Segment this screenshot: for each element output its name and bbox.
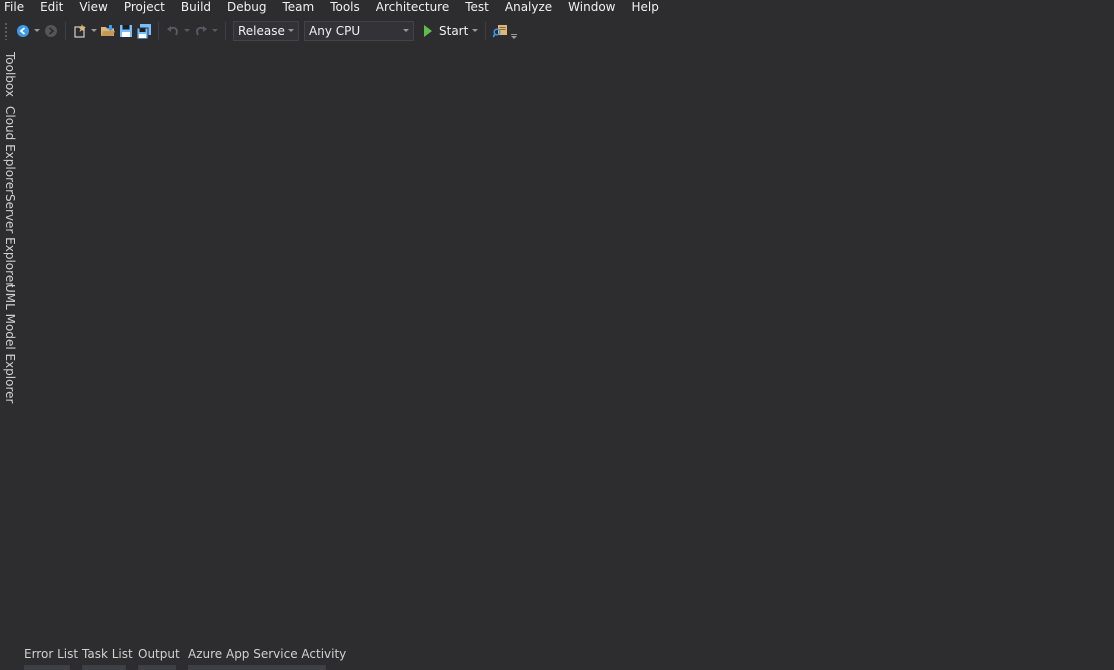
redo-dropdown[interactable] xyxy=(210,21,220,41)
azure-app-service-activity-tab[interactable]: Azure App Service Activity xyxy=(188,647,346,661)
undo-button[interactable] xyxy=(164,21,182,41)
toolbar-separator xyxy=(485,22,487,40)
menu-help[interactable]: Help xyxy=(628,0,663,16)
new-project-icon xyxy=(74,24,86,38)
save-button[interactable] xyxy=(117,21,135,41)
toolbar-options-icon xyxy=(511,34,518,39)
menu-bar: File Edit View Project Build Debug Team … xyxy=(0,0,1114,16)
menu-file[interactable]: File xyxy=(0,0,28,16)
undo-icon xyxy=(167,26,178,36)
back-icon xyxy=(17,25,29,37)
open-file-button[interactable] xyxy=(99,21,117,41)
chevron-down-icon xyxy=(184,29,190,32)
error-list-tab-indicator xyxy=(24,665,70,670)
chevron-down-icon xyxy=(212,29,218,32)
save-all-button[interactable] xyxy=(135,21,153,41)
redo-icon xyxy=(196,26,207,36)
save-icon xyxy=(120,25,132,37)
solution-platform-select[interactable]: Any CPU xyxy=(304,21,414,41)
azure-app-service-activity-tab-indicator xyxy=(188,665,326,670)
undo-dropdown[interactable] xyxy=(182,21,192,41)
menu-architecture[interactable]: Architecture xyxy=(372,0,453,16)
task-list-tab[interactable]: Task List xyxy=(82,647,133,661)
menu-build[interactable]: Build xyxy=(177,0,215,16)
standard-toolbar: Release Any CPU Start xyxy=(0,20,1114,42)
forward-button[interactable] xyxy=(42,21,60,41)
output-tab-indicator xyxy=(138,665,176,670)
toolbar-options-button[interactable] xyxy=(509,20,519,42)
menu-edit[interactable]: Edit xyxy=(36,0,67,16)
new-project-button[interactable] xyxy=(71,21,89,41)
solution-configuration-select[interactable]: Release xyxy=(233,21,299,41)
menu-analyze[interactable]: Analyze xyxy=(501,0,556,16)
start-label: Start xyxy=(439,24,469,38)
error-list-tab[interactable]: Error List xyxy=(24,647,78,661)
chevron-down-icon xyxy=(34,29,40,32)
toolbox-tab[interactable]: Toolbox xyxy=(3,52,17,97)
bottom-tool-window-strip: Error List Task List Output Azure App Se… xyxy=(0,645,1114,670)
menu-view[interactable]: View xyxy=(75,0,111,16)
uml-model-explorer-tab[interactable]: UML Model Explorer xyxy=(3,284,17,403)
start-button[interactable]: Start xyxy=(423,21,468,41)
menu-window[interactable]: Window xyxy=(564,0,619,16)
output-tab[interactable]: Output xyxy=(138,647,180,661)
back-button[interactable] xyxy=(14,21,32,41)
forward-icon xyxy=(45,25,57,37)
server-explorer-tab[interactable]: Server Explorer xyxy=(3,194,17,287)
menu-test[interactable]: Test xyxy=(461,0,493,16)
back-dropdown[interactable] xyxy=(32,21,42,41)
cloud-explorer-tab[interactable]: Cloud Explorer xyxy=(3,106,17,194)
find-in-files-button[interactable] xyxy=(491,21,509,41)
start-icon xyxy=(424,25,432,37)
toolbar-grip[interactable] xyxy=(4,22,8,40)
solution-platform-value: Any CPU xyxy=(309,24,361,38)
toolbar-separator xyxy=(65,22,66,40)
chevron-down-icon xyxy=(472,29,479,32)
task-list-tab-indicator xyxy=(82,665,126,670)
chevron-down-icon xyxy=(288,29,294,32)
save-all-icon xyxy=(136,23,151,39)
open-folder-icon xyxy=(101,25,115,36)
toolbar-separator xyxy=(225,22,226,40)
menu-team[interactable]: Team xyxy=(278,0,318,16)
toolbar-separator xyxy=(158,22,159,40)
redo-button[interactable] xyxy=(192,21,210,41)
chevron-down-icon xyxy=(91,29,97,32)
new-project-dropdown[interactable] xyxy=(89,21,99,41)
chevron-down-icon xyxy=(403,29,409,32)
find-in-files-icon xyxy=(492,25,507,38)
menu-debug[interactable]: Debug xyxy=(223,0,270,16)
solution-configuration-value: Release xyxy=(238,24,285,38)
start-dropdown[interactable] xyxy=(470,21,480,41)
menu-project[interactable]: Project xyxy=(120,0,169,16)
menu-tools[interactable]: Tools xyxy=(326,0,364,16)
